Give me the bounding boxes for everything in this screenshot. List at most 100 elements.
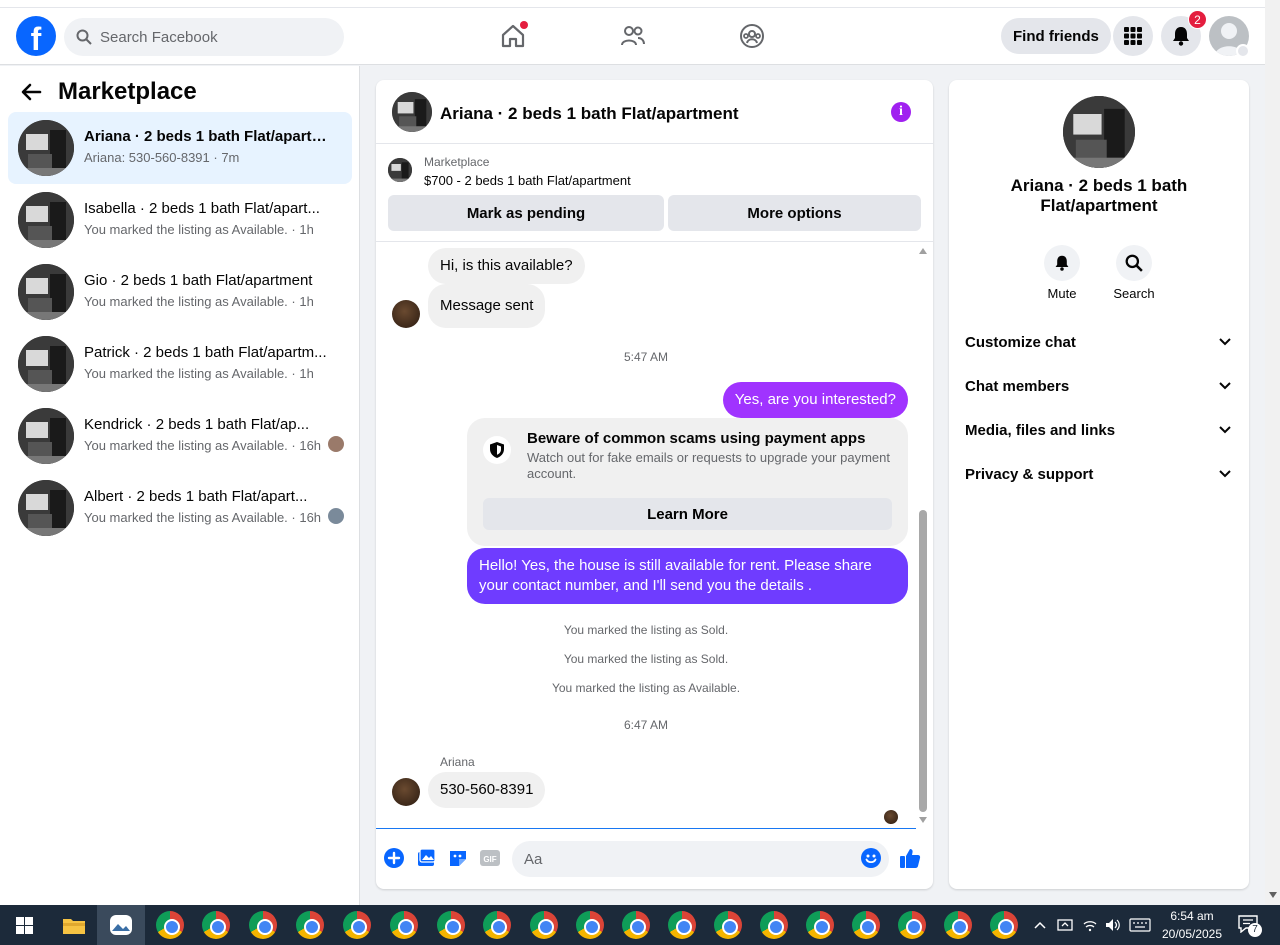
more-options-button[interactable]: More options — [668, 195, 921, 231]
seen-avatar — [328, 508, 344, 524]
scam-warning-title: Beware of common scams using payment app… — [527, 430, 866, 447]
chrome-taskbar-icon[interactable] — [760, 911, 788, 939]
mark-as-pending-button[interactable]: Mark as pending — [388, 195, 664, 231]
notifications-button[interactable]: 2 — [1161, 10, 1207, 56]
tray-overflow-chevron-icon[interactable] — [1034, 921, 1046, 929]
listing-thumbnail — [18, 264, 74, 320]
chrome-taskbar-icon[interactable] — [898, 911, 926, 939]
section-label: Media, files and links — [965, 421, 1116, 439]
chrome-taskbar-icon[interactable] — [296, 911, 324, 939]
groups-tab[interactable] — [734, 20, 770, 52]
friends-tab[interactable] — [615, 20, 651, 52]
search-magnifier-icon[interactable] — [1116, 245, 1152, 281]
chat-scroll-thumb[interactable] — [919, 510, 927, 812]
marketplace-conversation-list: Marketplace Ariana · 2 beds 1 bath Flat/… — [0, 66, 360, 905]
find-friends-button[interactable]: Find friends — [1001, 18, 1111, 54]
page-scroll-down-arrow-icon[interactable] — [1269, 892, 1277, 898]
customize-chat-section[interactable]: Customize chat — [957, 320, 1241, 364]
scroll-down-arrow-icon[interactable] — [919, 817, 927, 823]
wifi-icon[interactable] — [1082, 917, 1098, 933]
clock-date[interactable]: 20/05/2025 — [1158, 927, 1226, 941]
clock-time[interactable]: 6:54 am — [1160, 909, 1224, 923]
page-scrollbar[interactable] — [1265, 0, 1280, 905]
chat-scrollbar[interactable] — [917, 248, 929, 828]
sender-avatar[interactable] — [392, 778, 420, 806]
chat-window: Ariana · 2 beds 1 bath Flat/apartment i … — [376, 80, 933, 889]
chrome-taskbar-icon[interactable] — [483, 911, 511, 939]
home-tab[interactable] — [495, 20, 531, 52]
scam-warning-text: Watch out for fake emails or requests to… — [527, 450, 890, 481]
chrome-taskbar-icon[interactable] — [944, 911, 972, 939]
volume-icon[interactable] — [1104, 917, 1122, 933]
learn-more-button[interactable]: Learn More — [483, 498, 892, 530]
chat-members-section[interactable]: Chat members — [957, 364, 1241, 408]
chrome-taskbar-icon[interactable] — [202, 911, 230, 939]
network-icon[interactable] — [1057, 917, 1073, 933]
mute-bell-icon[interactable] — [1044, 245, 1080, 281]
privacy-support-section[interactable]: Privacy & support — [957, 452, 1241, 496]
conversation-item[interactable]: Albert · 2 beds 1 bath Flat/apart... You… — [8, 472, 352, 544]
chrome-taskbar-icon[interactable] — [576, 911, 604, 939]
info-icon[interactable]: i — [891, 102, 911, 122]
chrome-taskbar-icon[interactable] — [852, 911, 880, 939]
chat-listing-thumbnail[interactable] — [392, 92, 432, 132]
system-notice: You marked the listing as Sold. — [563, 652, 729, 666]
listing-thumbnail — [18, 336, 74, 392]
menu-button[interactable] — [1113, 16, 1153, 56]
file-explorer-icon[interactable] — [63, 916, 85, 934]
gif-icon[interactable]: GIF — [478, 846, 502, 870]
windows-taskbar: 6:54 am 20/05/2025 7 — [0, 905, 1280, 945]
message-thread[interactable]: Hi, is this available? Message sent 5:47… — [376, 242, 933, 829]
sticker-icon[interactable] — [446, 846, 470, 870]
chrome-taskbar-icon[interactable] — [668, 911, 696, 939]
plus-icon[interactable] — [382, 846, 406, 870]
conversation-item[interactable]: Ariana · 2 beds 1 bath Flat/apartm... Ar… — [8, 112, 352, 184]
svg-text:GIF: GIF — [483, 855, 496, 864]
photos-app-icon[interactable] — [109, 914, 133, 936]
chat-title[interactable]: Ariana · 2 beds 1 bath Flat/apartment — [440, 104, 739, 124]
back-arrow-icon[interactable] — [20, 81, 42, 103]
section-label: Customize chat — [965, 333, 1076, 351]
chat-header: Ariana · 2 beds 1 bath Flat/apartment i — [376, 80, 933, 144]
chrome-taskbar-icon[interactable] — [530, 911, 558, 939]
sender-name: Ariana — [440, 755, 475, 769]
details-listing-thumbnail[interactable] — [1063, 96, 1135, 168]
search-box[interactable] — [64, 18, 344, 56]
chrome-taskbar-icon[interactable] — [249, 911, 277, 939]
system-notice: You marked the listing as Sold. — [563, 623, 729, 637]
keyboard-icon[interactable] — [1129, 918, 1151, 932]
conversation-item[interactable]: Isabella · 2 beds 1 bath Flat/apart... Y… — [8, 184, 352, 256]
conversation-item[interactable]: Patrick · 2 beds 1 bath Flat/apartm... Y… — [8, 328, 352, 400]
chrome-taskbar-icon[interactable] — [156, 911, 184, 939]
home-notification-dot — [520, 21, 528, 29]
chrome-taskbar-icon[interactable] — [990, 911, 1018, 939]
conversation-item[interactable]: Gio · 2 beds 1 bath Flat/apartment You m… — [8, 256, 352, 328]
listing-price[interactable]: $700 - 2 beds 1 bath Flat/apartment — [424, 173, 631, 188]
like-thumb-icon[interactable] — [898, 846, 922, 870]
mute-action[interactable]: Mute — [1032, 245, 1092, 301]
conversation-item[interactable]: Kendrick · 2 beds 1 bath Flat/ap... You … — [8, 400, 352, 472]
message-input[interactable] — [512, 841, 889, 877]
photo-icon[interactable] — [414, 846, 438, 870]
media-files-links-section[interactable]: Media, files and links — [957, 408, 1241, 452]
chrome-taskbar-icon[interactable] — [806, 911, 834, 939]
system-notice: You marked the listing as Available. — [551, 681, 741, 695]
seen-avatar — [328, 436, 344, 452]
account-chevron-icon[interactable] — [1236, 44, 1250, 58]
scroll-up-arrow-icon[interactable] — [919, 248, 927, 254]
search-action[interactable]: Search — [1104, 245, 1164, 301]
emoji-icon[interactable] — [859, 846, 883, 870]
facebook-logo[interactable]: f — [16, 16, 56, 56]
chrome-taskbar-icon[interactable] — [714, 911, 742, 939]
chrome-taskbar-icon[interactable] — [343, 911, 371, 939]
conversation-preview: You marked the listing as Available. · 1… — [84, 510, 322, 525]
sender-avatar[interactable] — [392, 300, 420, 328]
windows-start-icon[interactable] — [16, 917, 33, 934]
notification-center-button[interactable]: 7 — [1238, 915, 1262, 937]
search-input[interactable] — [100, 28, 320, 46]
listing-thumbnail — [18, 192, 74, 248]
chrome-taskbar-icon[interactable] — [390, 911, 418, 939]
chrome-taskbar-icon[interactable] — [437, 911, 465, 939]
chrome-taskbar-icon[interactable] — [622, 911, 650, 939]
listing-thumbnail — [18, 120, 74, 176]
